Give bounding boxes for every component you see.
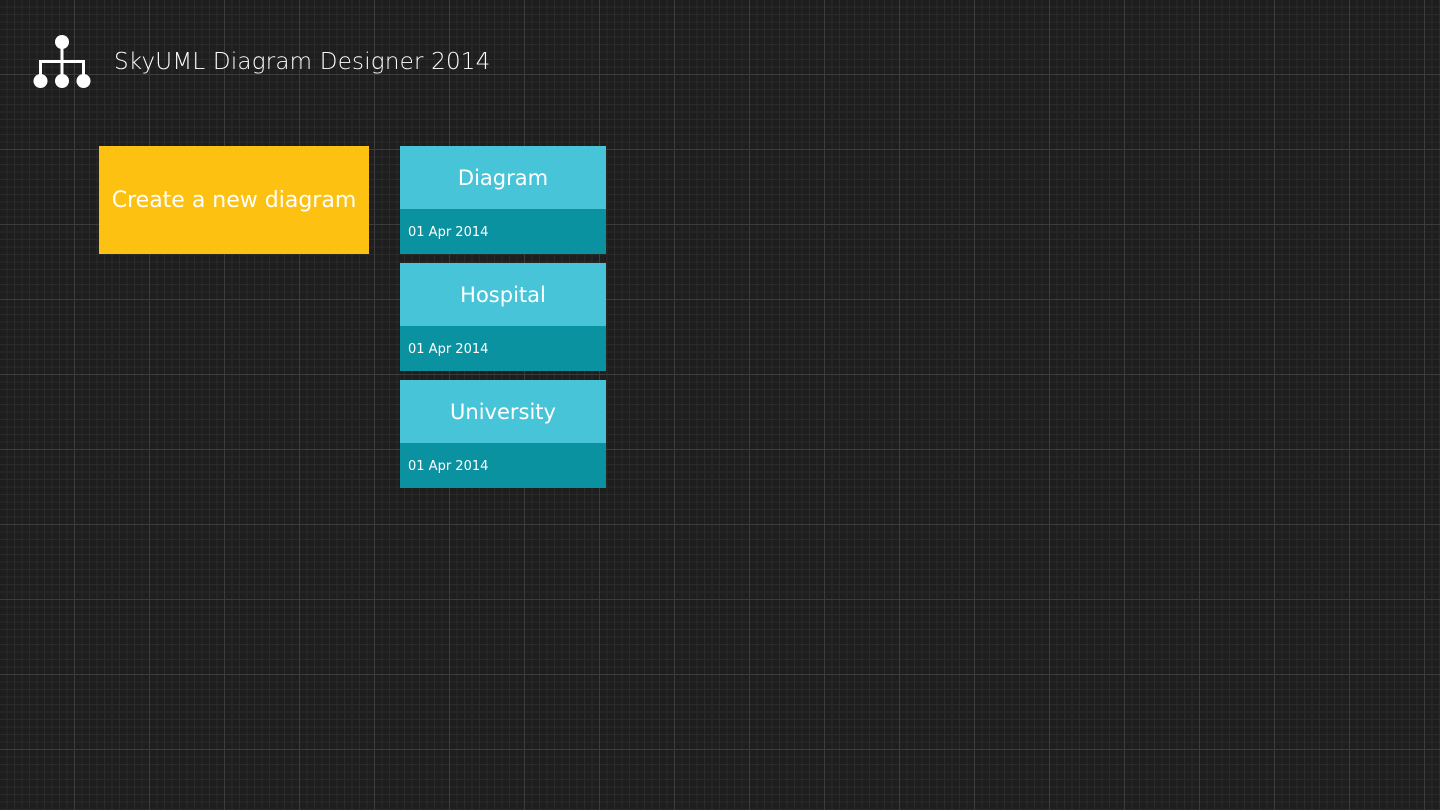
diagram-tile-date: 01 Apr 2014 (400, 443, 606, 488)
diagram-tile-date: 01 Apr 2014 (400, 326, 606, 371)
create-new-diagram-button[interactable]: Create a new diagram (99, 146, 369, 254)
app-header: SkyUML Diagram Designer 2014 (32, 34, 490, 90)
create-new-diagram-label: Create a new diagram (111, 187, 357, 213)
diagram-tile-hospital[interactable]: Hospital 01 Apr 2014 (400, 263, 606, 371)
diagram-tile-diagram[interactable]: Diagram 01 Apr 2014 (400, 146, 606, 254)
diagram-tile-date: 01 Apr 2014 (400, 209, 606, 254)
app-title: SkyUML Diagram Designer 2014 (114, 49, 491, 75)
hierarchy-diagram-icon (33, 35, 91, 88)
diagram-tile-name: Diagram (400, 146, 606, 209)
diagram-tile-university[interactable]: University 01 Apr 2014 (400, 380, 606, 488)
recent-diagrams-list: Diagram 01 Apr 2014 Hospital 01 Apr 2014… (400, 146, 606, 497)
diagram-tile-name: University (400, 380, 606, 443)
diagram-tile-name: Hospital (400, 263, 606, 326)
